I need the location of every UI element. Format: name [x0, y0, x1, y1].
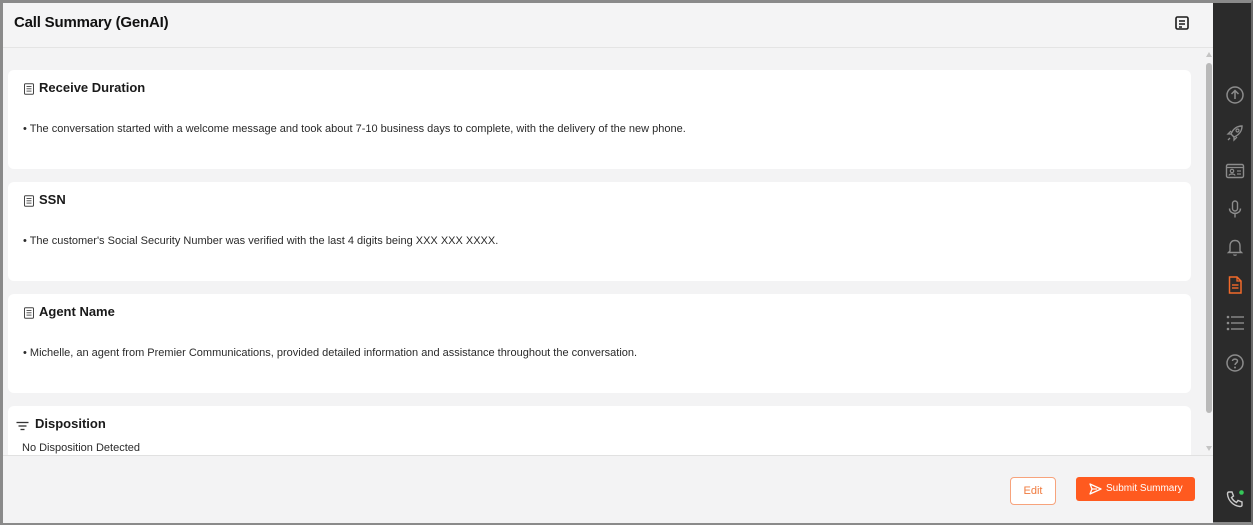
scroll-down-arrow[interactable] — [1206, 446, 1212, 451]
card-text: No Disposition Detected — [22, 442, 141, 454]
summary-list[interactable]: Receive Duration • The conversation star… — [3, 48, 1213, 455]
card-title: SSN — [39, 192, 66, 207]
filter-icon — [16, 419, 29, 431]
document-icon — [23, 306, 35, 319]
edit-button[interactable]: Edit — [1010, 477, 1056, 505]
document-icon — [23, 82, 35, 95]
microphone-icon[interactable] — [1225, 199, 1245, 219]
panel-header: Call Summary (GenAI) — [3, 3, 1213, 48]
call-summary-panel: Call Summary (GenAI) Receive Duration • … — [3, 3, 1213, 523]
right-sidebar — [1213, 3, 1251, 522]
page-title: Call Summary (GenAI) — [14, 14, 169, 31]
summary-card-agent-name: Agent Name • Michelle, an agent from Pre… — [8, 294, 1191, 393]
notes-icon[interactable] — [1174, 15, 1190, 31]
summary-card-disposition: Disposition No Disposition Detected — [8, 406, 1191, 455]
card-title: Receive Duration — [39, 80, 146, 95]
list-icon[interactable] — [1225, 313, 1245, 333]
contact-card-icon[interactable] — [1225, 161, 1245, 181]
panel-footer: Edit Submit Summary — [3, 455, 1213, 523]
card-text: • The conversation started with a welcom… — [23, 123, 686, 135]
status-dot — [1239, 490, 1244, 495]
card-text: • The customer's Social Security Number … — [23, 235, 499, 247]
phone-icon[interactable] — [1225, 489, 1245, 509]
bell-icon[interactable] — [1225, 237, 1245, 257]
send-icon — [1089, 483, 1102, 495]
card-text: • Michelle, an agent from Premier Commun… — [23, 347, 638, 359]
card-title: Agent Name — [39, 304, 115, 319]
card-title: Disposition — [35, 416, 106, 431]
summary-card-ssn: SSN • The customer's Social Security Num… — [8, 182, 1191, 281]
rocket-icon[interactable] — [1225, 123, 1245, 143]
scrollbar[interactable] — [1206, 48, 1213, 455]
scroll-thumb[interactable] — [1206, 63, 1212, 413]
upload-icon[interactable] — [1225, 85, 1245, 105]
document-icon — [23, 194, 35, 207]
summary-card-receive-duration: Receive Duration • The conversation star… — [8, 70, 1191, 169]
document-icon[interactable] — [1225, 275, 1245, 295]
submit-summary-label: Submit Summary — [1106, 483, 1183, 494]
help-icon[interactable] — [1225, 353, 1245, 373]
submit-summary-button[interactable]: Submit Summary — [1076, 477, 1195, 501]
scroll-up-arrow[interactable] — [1206, 52, 1212, 57]
